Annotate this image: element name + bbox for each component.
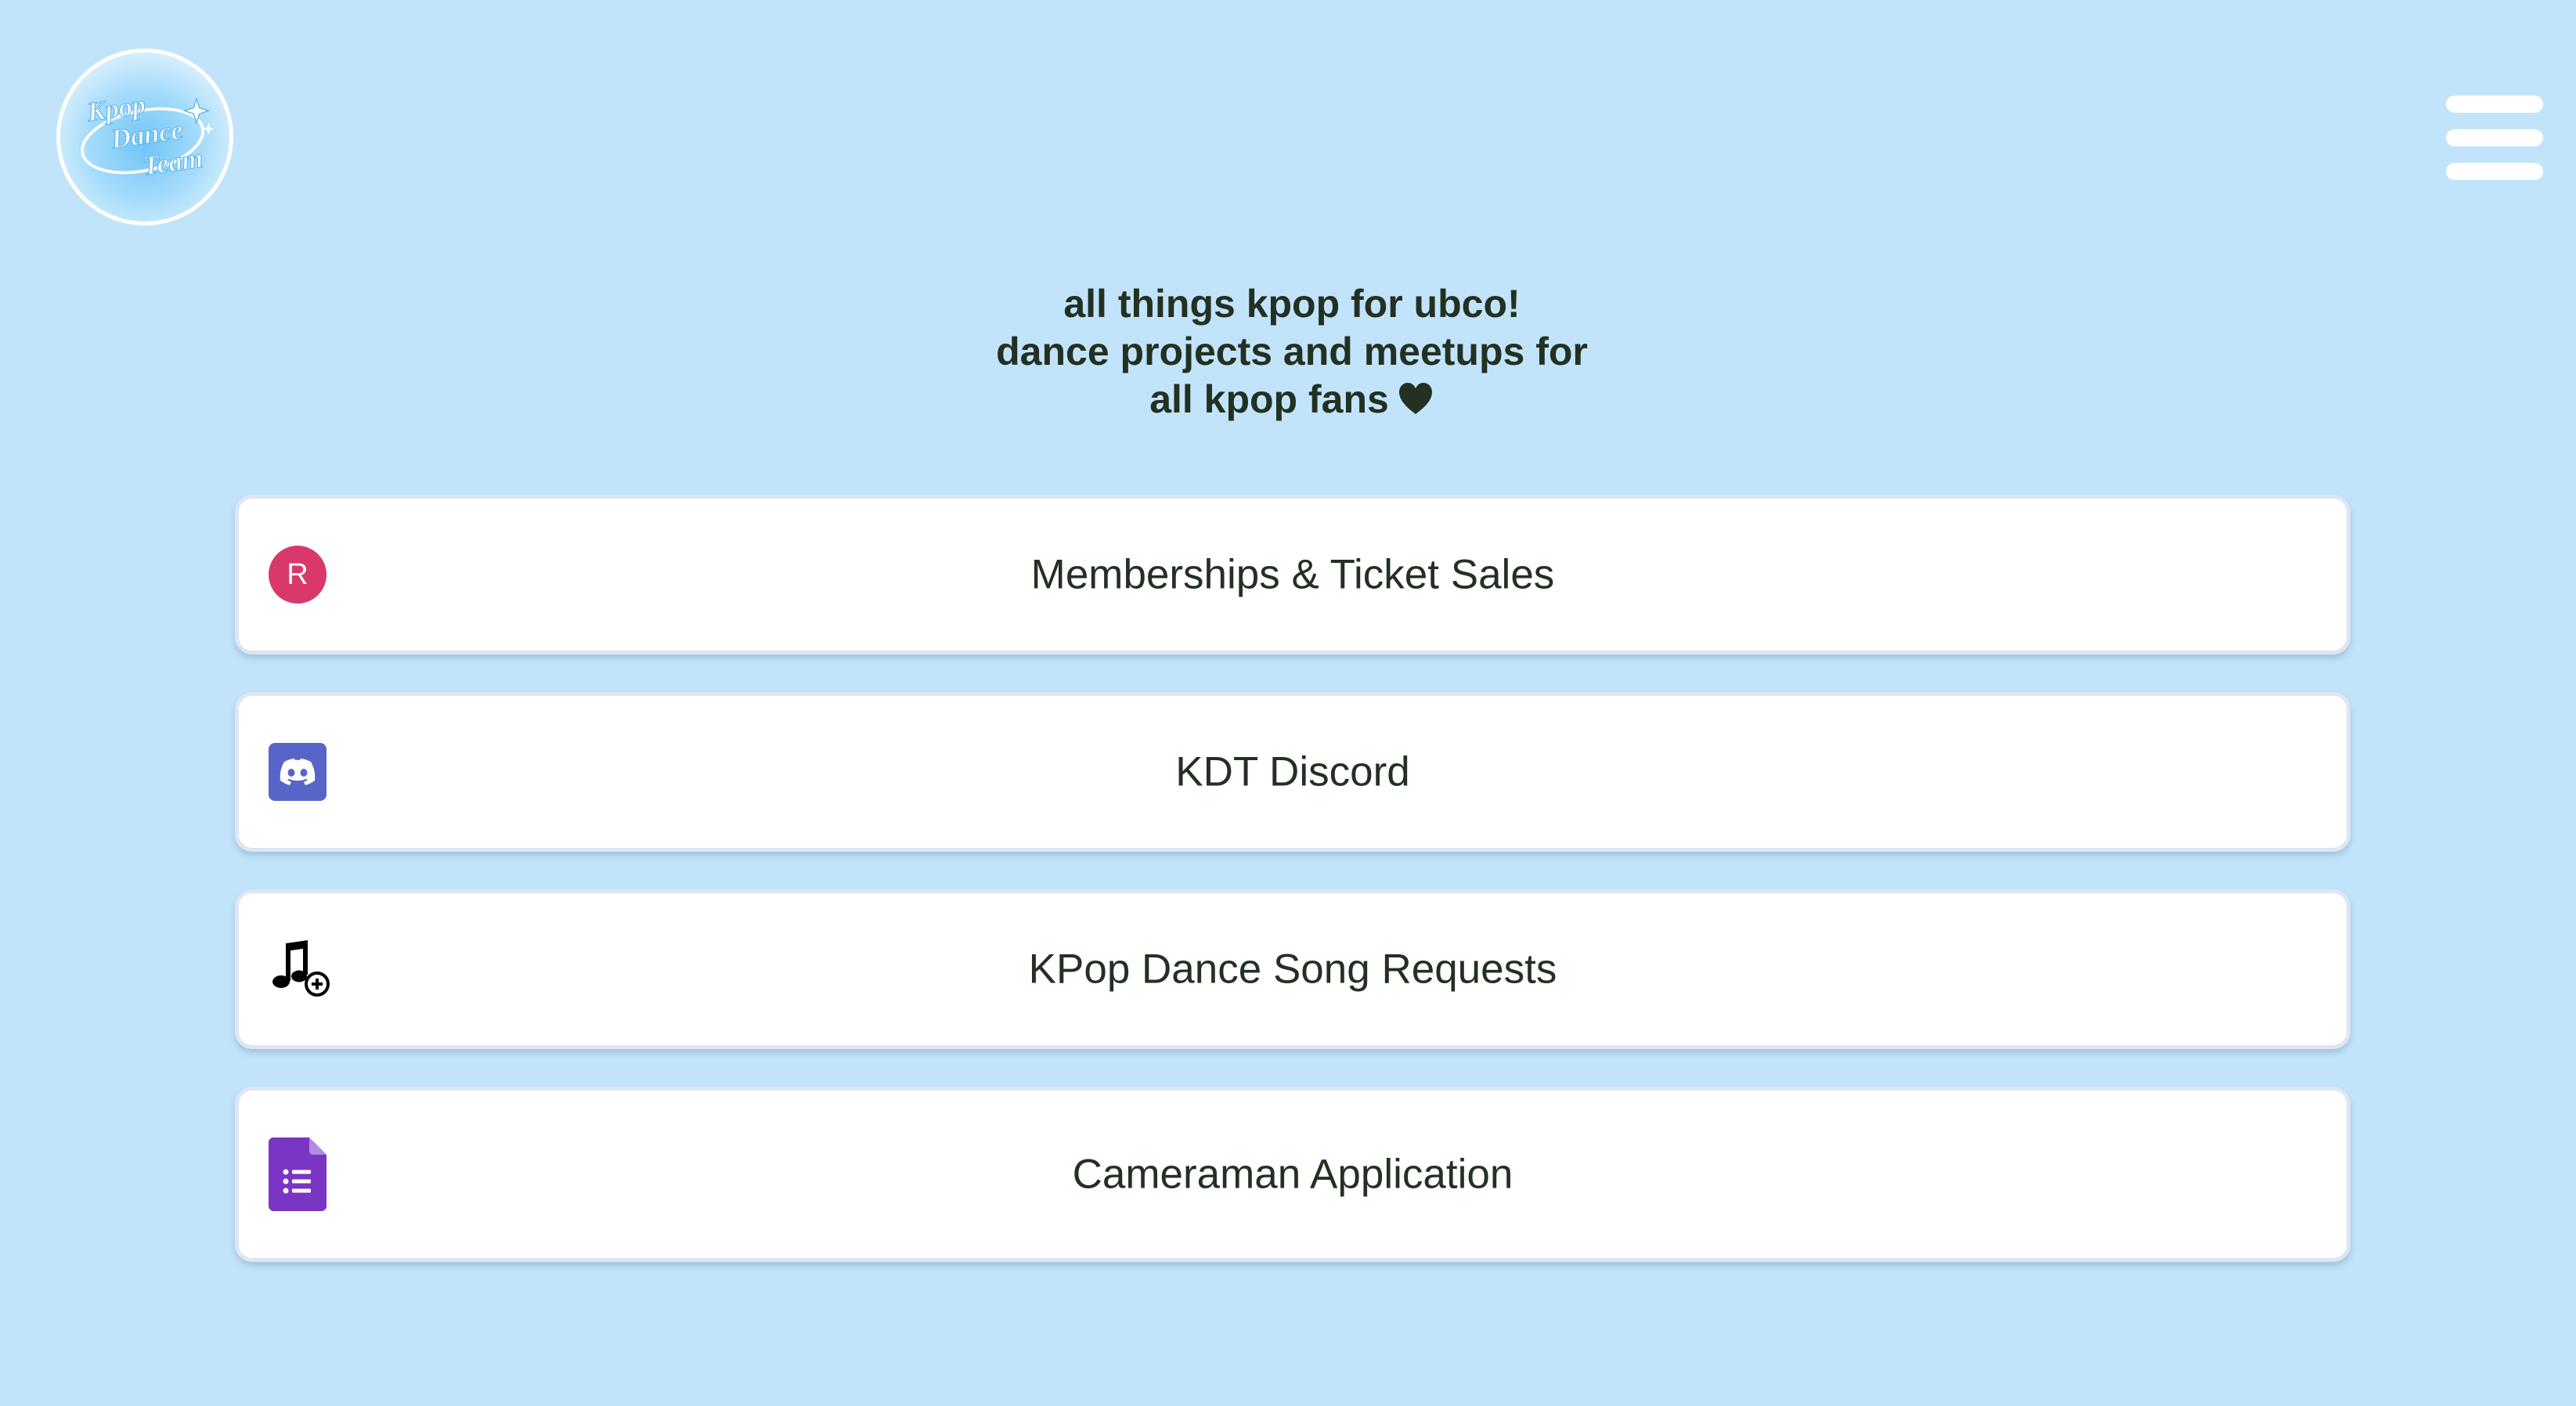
logo-graphic: Kpop Dance Team: [81, 89, 215, 182]
profile-bio: all things kpop for ubco! dance projects…: [783, 280, 1801, 424]
hamburger-menu-icon[interactable]: [2446, 96, 2543, 180]
bio-line-3-wrap: all kpop fans: [783, 376, 1801, 424]
bio-line-3: all kpop fans: [1149, 377, 1389, 421]
menu-bar: [2446, 96, 2543, 113]
link-label: KPop Dance Song Requests: [1028, 946, 1557, 993]
link-cameraman-application[interactable]: Cameraman Application: [235, 1087, 2351, 1262]
black-heart-icon: [1398, 383, 1432, 414]
link-kdt-discord[interactable]: KDT Discord: [235, 692, 2351, 852]
link-label: Cameraman Application: [1072, 1151, 1513, 1198]
page: Kpop Dance Team all things kpop for ubco…: [0, 0, 2576, 1406]
link-kpop-dance-song-requests[interactable]: KPop Dance Song Requests: [235, 889, 2351, 1049]
kpop-dance-team-logo[interactable]: Kpop Dance Team: [56, 49, 233, 225]
bio-line-2: dance projects and meetups for: [996, 330, 1588, 373]
link-memberships-ticket-sales[interactable]: R Memberships & Ticket Sales: [235, 495, 2351, 654]
bio-line-1: all things kpop for ubco!: [1063, 282, 1521, 326]
sparkle-icon: [182, 96, 211, 125]
link-label: KDT Discord: [1175, 748, 1410, 795]
menu-bar: [2446, 129, 2543, 146]
link-label: Memberships & Ticket Sales: [1030, 551, 1555, 598]
menu-bar: [2446, 163, 2543, 180]
